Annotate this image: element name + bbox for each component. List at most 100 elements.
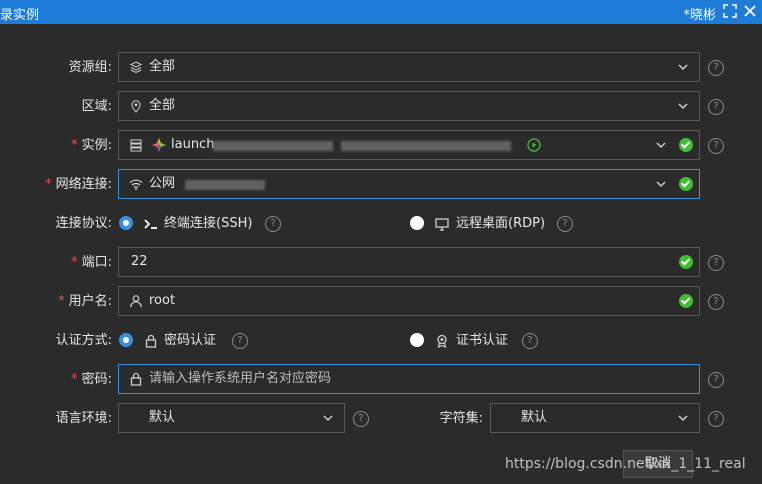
locale-select[interactable]: 默认 bbox=[118, 403, 345, 433]
redacted-text bbox=[213, 141, 333, 151]
required-mark: * bbox=[58, 294, 65, 309]
lock-icon bbox=[130, 372, 142, 386]
required-mark: * bbox=[71, 255, 78, 270]
password-auth-label[interactable]: 密码认证 bbox=[164, 325, 216, 357]
network-value: 公网 bbox=[149, 176, 176, 191]
window-title: 录实例 bbox=[0, 8, 40, 23]
instance-select[interactable]: launch bbox=[118, 130, 700, 160]
locale-label: 语言环境: bbox=[55, 411, 112, 426]
check-icon bbox=[679, 255, 693, 269]
password-auth-radio[interactable] bbox=[119, 333, 133, 347]
certificate-icon bbox=[437, 334, 447, 348]
protocol-label: 连接协议: bbox=[55, 216, 112, 231]
row-auth: 认证方式: 密码认证 ? 证书认证 ? bbox=[0, 325, 762, 357]
fullscreen-icon[interactable] bbox=[722, 3, 738, 19]
port-label: * 端口: bbox=[71, 247, 112, 279]
network-select[interactable]: 公网 bbox=[118, 169, 700, 199]
help-icon[interactable]: ? bbox=[708, 372, 724, 388]
layers-icon bbox=[129, 61, 143, 74]
port-value: 22 bbox=[131, 254, 148, 269]
locale-value: 默认 bbox=[149, 410, 176, 425]
region-label: 区域: bbox=[81, 99, 112, 114]
password-placeholder: 请输入操作系统用户名对应密码 bbox=[149, 371, 332, 386]
chevron-down-icon bbox=[656, 181, 666, 188]
help-icon[interactable]: ? bbox=[708, 294, 724, 310]
help-icon[interactable]: ? bbox=[522, 333, 538, 349]
os-logo-icon bbox=[152, 138, 166, 152]
watermark-text: https://blog.csdn.net/xx_1_11_real bbox=[505, 456, 746, 472]
network-label-text: 网络连接: bbox=[55, 177, 112, 192]
required-mark: * bbox=[71, 372, 78, 387]
wifi-icon bbox=[129, 179, 143, 190]
row-port: * 端口: 22 ? bbox=[0, 247, 762, 279]
instance-label: * 实例: bbox=[71, 130, 112, 162]
instance-value: launch bbox=[171, 137, 215, 152]
instance-label-text: 实例: bbox=[81, 138, 112, 153]
region-value: 全部 bbox=[149, 98, 176, 113]
network-label: * 网络连接: bbox=[45, 169, 112, 201]
terminal-icon bbox=[144, 219, 157, 229]
help-icon[interactable]: ? bbox=[265, 216, 281, 232]
row-username: * 用户名: root ? bbox=[0, 286, 762, 318]
help-icon[interactable]: ? bbox=[708, 138, 724, 154]
username-label: * 用户名: bbox=[58, 286, 112, 318]
redacted-text bbox=[185, 180, 265, 190]
cert-auth-radio[interactable] bbox=[410, 333, 424, 347]
row-protocol: 连接协议: 终端连接(SSH) ? 远程桌面(RDP) ? bbox=[0, 208, 762, 240]
row-network: * 网络连接: 公网 bbox=[0, 169, 762, 201]
resource-group-select[interactable]: 全部 bbox=[118, 52, 700, 82]
chevron-down-icon bbox=[656, 142, 666, 149]
region-select[interactable]: 全部 bbox=[118, 91, 700, 121]
username-value: root bbox=[149, 293, 176, 308]
running-status-icon bbox=[527, 138, 541, 152]
resource-group-label: 资源组: bbox=[68, 60, 112, 75]
row-instance: * 实例: launch ? bbox=[0, 130, 762, 162]
close-icon[interactable] bbox=[742, 3, 758, 19]
charset-select[interactable]: 默认 bbox=[490, 403, 700, 433]
password-label-text: 密码: bbox=[81, 372, 112, 387]
charset-label: 字符集: bbox=[439, 411, 483, 426]
row-locale: 语言环境: 默认 ? 字符集: 默认 ? bbox=[0, 403, 762, 435]
cert-auth-label[interactable]: 证书认证 bbox=[456, 325, 508, 357]
user-icon bbox=[130, 295, 142, 308]
help-icon[interactable]: ? bbox=[232, 333, 248, 349]
port-label-text: 端口: bbox=[81, 255, 112, 270]
check-icon bbox=[679, 294, 693, 308]
rdp-radio[interactable] bbox=[410, 216, 424, 230]
help-icon[interactable]: ? bbox=[557, 216, 573, 232]
username-label-text: 用户名: bbox=[68, 294, 112, 309]
help-icon[interactable]: ? bbox=[708, 411, 724, 427]
password-label: * 密码: bbox=[71, 364, 112, 396]
location-pin-icon bbox=[131, 100, 141, 113]
row-resource-group: 资源组: 全部 ? bbox=[0, 52, 762, 84]
resource-group-value: 全部 bbox=[149, 59, 176, 74]
user-name[interactable]: *晓彬 bbox=[683, 4, 716, 23]
auth-label: 认证方式: bbox=[55, 333, 112, 348]
chevron-down-icon bbox=[323, 415, 333, 422]
help-icon[interactable]: ? bbox=[353, 411, 369, 427]
required-mark: * bbox=[45, 177, 52, 192]
ssh-radio[interactable] bbox=[119, 216, 133, 230]
password-input[interactable]: 请输入操作系统用户名对应密码 bbox=[118, 364, 700, 394]
check-icon bbox=[679, 138, 693, 152]
port-input[interactable]: 22 bbox=[118, 247, 700, 277]
help-icon[interactable]: ? bbox=[708, 99, 724, 115]
lock-icon bbox=[145, 334, 157, 348]
row-region: 区域: 全部 ? bbox=[0, 91, 762, 123]
server-icon bbox=[130, 139, 142, 152]
chevron-down-icon bbox=[678, 415, 688, 422]
chevron-down-icon bbox=[678, 64, 688, 71]
check-icon bbox=[679, 177, 693, 191]
redacted-text bbox=[341, 141, 511, 151]
rdp-option-label[interactable]: 远程桌面(RDP) bbox=[456, 208, 545, 240]
monitor-icon bbox=[435, 218, 449, 231]
help-icon[interactable]: ? bbox=[708, 255, 724, 271]
required-mark: * bbox=[71, 138, 78, 153]
row-password: * 密码: 请输入操作系统用户名对应密码 ? bbox=[0, 364, 762, 396]
username-input[interactable]: root bbox=[118, 286, 700, 316]
chevron-down-icon bbox=[678, 103, 688, 110]
help-icon[interactable]: ? bbox=[708, 60, 724, 76]
charset-value: 默认 bbox=[521, 410, 548, 425]
title-bar: 录实例 *晓彬 bbox=[0, 0, 762, 24]
ssh-option-label[interactable]: 终端连接(SSH) bbox=[164, 208, 252, 240]
